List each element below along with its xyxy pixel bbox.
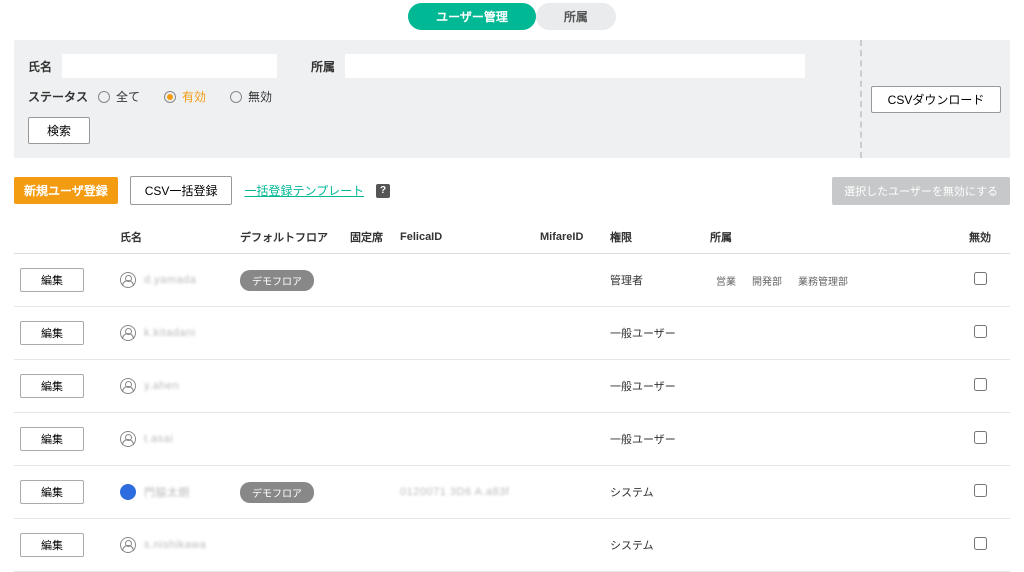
help-icon[interactable]: ?	[376, 184, 390, 198]
name-input[interactable]	[62, 54, 277, 78]
name-label: 氏名	[28, 58, 52, 75]
mifare-cell	[534, 360, 604, 413]
table-row: 編集 k.kitadani 一般ユーザー	[14, 307, 1010, 360]
avatar-icon	[120, 537, 136, 553]
table-row: 編集 y.ahen 一般ユーザー	[14, 360, 1010, 413]
th-felica: FelicaID	[394, 221, 534, 254]
avatar-icon	[120, 325, 136, 341]
th-role: 権限	[604, 221, 704, 254]
edit-button[interactable]: 編集	[20, 480, 84, 504]
status-radio-active[interactable]: 有効	[164, 88, 206, 105]
new-user-button[interactable]: 新規ユーザ登録	[14, 177, 118, 204]
dept-input[interactable]	[345, 54, 805, 78]
felica-cell: 0120071 3D6 A.a83f	[394, 466, 534, 519]
table-row: 編集 d.yamada デモフロア 管理者営業開発部業務管理部	[14, 254, 1010, 307]
role-cell: システム	[604, 519, 704, 572]
role-cell: 管理者	[604, 254, 704, 307]
edit-button[interactable]: 編集	[20, 268, 84, 292]
mifare-cell	[534, 413, 604, 466]
felica-cell	[394, 360, 534, 413]
th-disable: 無効	[950, 221, 1010, 254]
user-name: s.nishikawa	[144, 539, 206, 551]
user-name: t.asai	[144, 433, 173, 445]
mifare-cell	[534, 254, 604, 307]
mifare-cell	[534, 466, 604, 519]
radio-icon	[98, 91, 110, 103]
table-row: 編集 門脇太朗 デモフロア 0120071 3D6 A.a83f システム	[14, 466, 1010, 519]
csv-download-button[interactable]: CSVダウンロード	[871, 86, 1002, 113]
disable-checkbox[interactable]	[974, 537, 987, 550]
floor-chip: デモフロア	[240, 270, 314, 291]
disable-checkbox[interactable]	[974, 325, 987, 338]
user-name: 門脇太朗	[144, 484, 190, 500]
th-name: 氏名	[114, 221, 234, 254]
disable-checkbox[interactable]	[974, 378, 987, 391]
search-button[interactable]: 検索	[28, 117, 90, 144]
tab-departments[interactable]: 所属	[536, 3, 616, 30]
th-mifare: MifareID	[534, 221, 604, 254]
disable-selected-button[interactable]: 選択したユーザーを無効にする	[832, 177, 1010, 205]
bulk-template-link[interactable]: 一括登録テンプレート	[244, 182, 364, 199]
seat-cell	[344, 519, 394, 572]
avatar-icon	[120, 272, 136, 288]
floor-chip: デモフロア	[240, 482, 314, 503]
edit-button[interactable]: 編集	[20, 321, 84, 345]
role-cell: 一般ユーザー	[604, 360, 704, 413]
felica-cell	[394, 307, 534, 360]
edit-button[interactable]: 編集	[20, 374, 84, 398]
dept-cell	[704, 466, 950, 519]
users-table: 氏名 デフォルトフロア 固定席 FelicaID MifareID 権限 所属 …	[14, 221, 1010, 572]
seat-cell	[344, 413, 394, 466]
avatar-icon	[120, 484, 136, 500]
avatar-icon	[120, 378, 136, 394]
user-name: k.kitadani	[144, 327, 195, 339]
action-bar: 新規ユーザ登録 CSV一括登録 一括登録テンプレート ? 選択したユーザーを無効…	[14, 176, 1010, 205]
dept-cell	[704, 307, 950, 360]
filter-panel: 氏名 所属 ステータス 全て 有効 無効 検索	[14, 40, 1010, 158]
felica-cell	[394, 254, 534, 307]
tab-users[interactable]: ユーザー管理	[408, 3, 536, 30]
dept-cell	[704, 519, 950, 572]
seat-cell	[344, 254, 394, 307]
dept-cell: 営業開発部業務管理部	[704, 254, 950, 307]
top-tabs: ユーザー管理 所属	[0, 0, 1024, 40]
status-radio-inactive[interactable]: 無効	[230, 88, 272, 105]
seat-cell	[344, 466, 394, 519]
status-label: ステータス	[28, 88, 88, 105]
seat-cell	[344, 360, 394, 413]
th-floor: デフォルトフロア	[234, 221, 344, 254]
dept-cell	[704, 360, 950, 413]
status-radio-all[interactable]: 全て	[98, 88, 140, 105]
disable-checkbox[interactable]	[974, 272, 987, 285]
role-cell: 一般ユーザー	[604, 307, 704, 360]
role-cell: 一般ユーザー	[604, 413, 704, 466]
felica-cell	[394, 413, 534, 466]
edit-button[interactable]: 編集	[20, 533, 84, 557]
role-cell: システム	[604, 466, 704, 519]
radio-icon	[230, 91, 242, 103]
csv-bulk-button[interactable]: CSV一括登録	[130, 176, 233, 205]
dept-label: 所属	[311, 58, 335, 75]
mifare-cell	[534, 307, 604, 360]
mifare-cell	[534, 519, 604, 572]
felica-cell	[394, 519, 534, 572]
user-name: d.yamada	[144, 274, 196, 286]
th-dept: 所属	[704, 221, 950, 254]
radio-icon	[164, 91, 176, 103]
dept-cell	[704, 413, 950, 466]
edit-button[interactable]: 編集	[20, 427, 84, 451]
th-seat: 固定席	[344, 221, 394, 254]
table-row: 編集 s.nishikawa システム	[14, 519, 1010, 572]
disable-checkbox[interactable]	[974, 484, 987, 497]
table-row: 編集 t.asai 一般ユーザー	[14, 413, 1010, 466]
user-name: y.ahen	[144, 380, 179, 392]
disable-checkbox[interactable]	[974, 431, 987, 444]
avatar-icon	[120, 431, 136, 447]
seat-cell	[344, 307, 394, 360]
